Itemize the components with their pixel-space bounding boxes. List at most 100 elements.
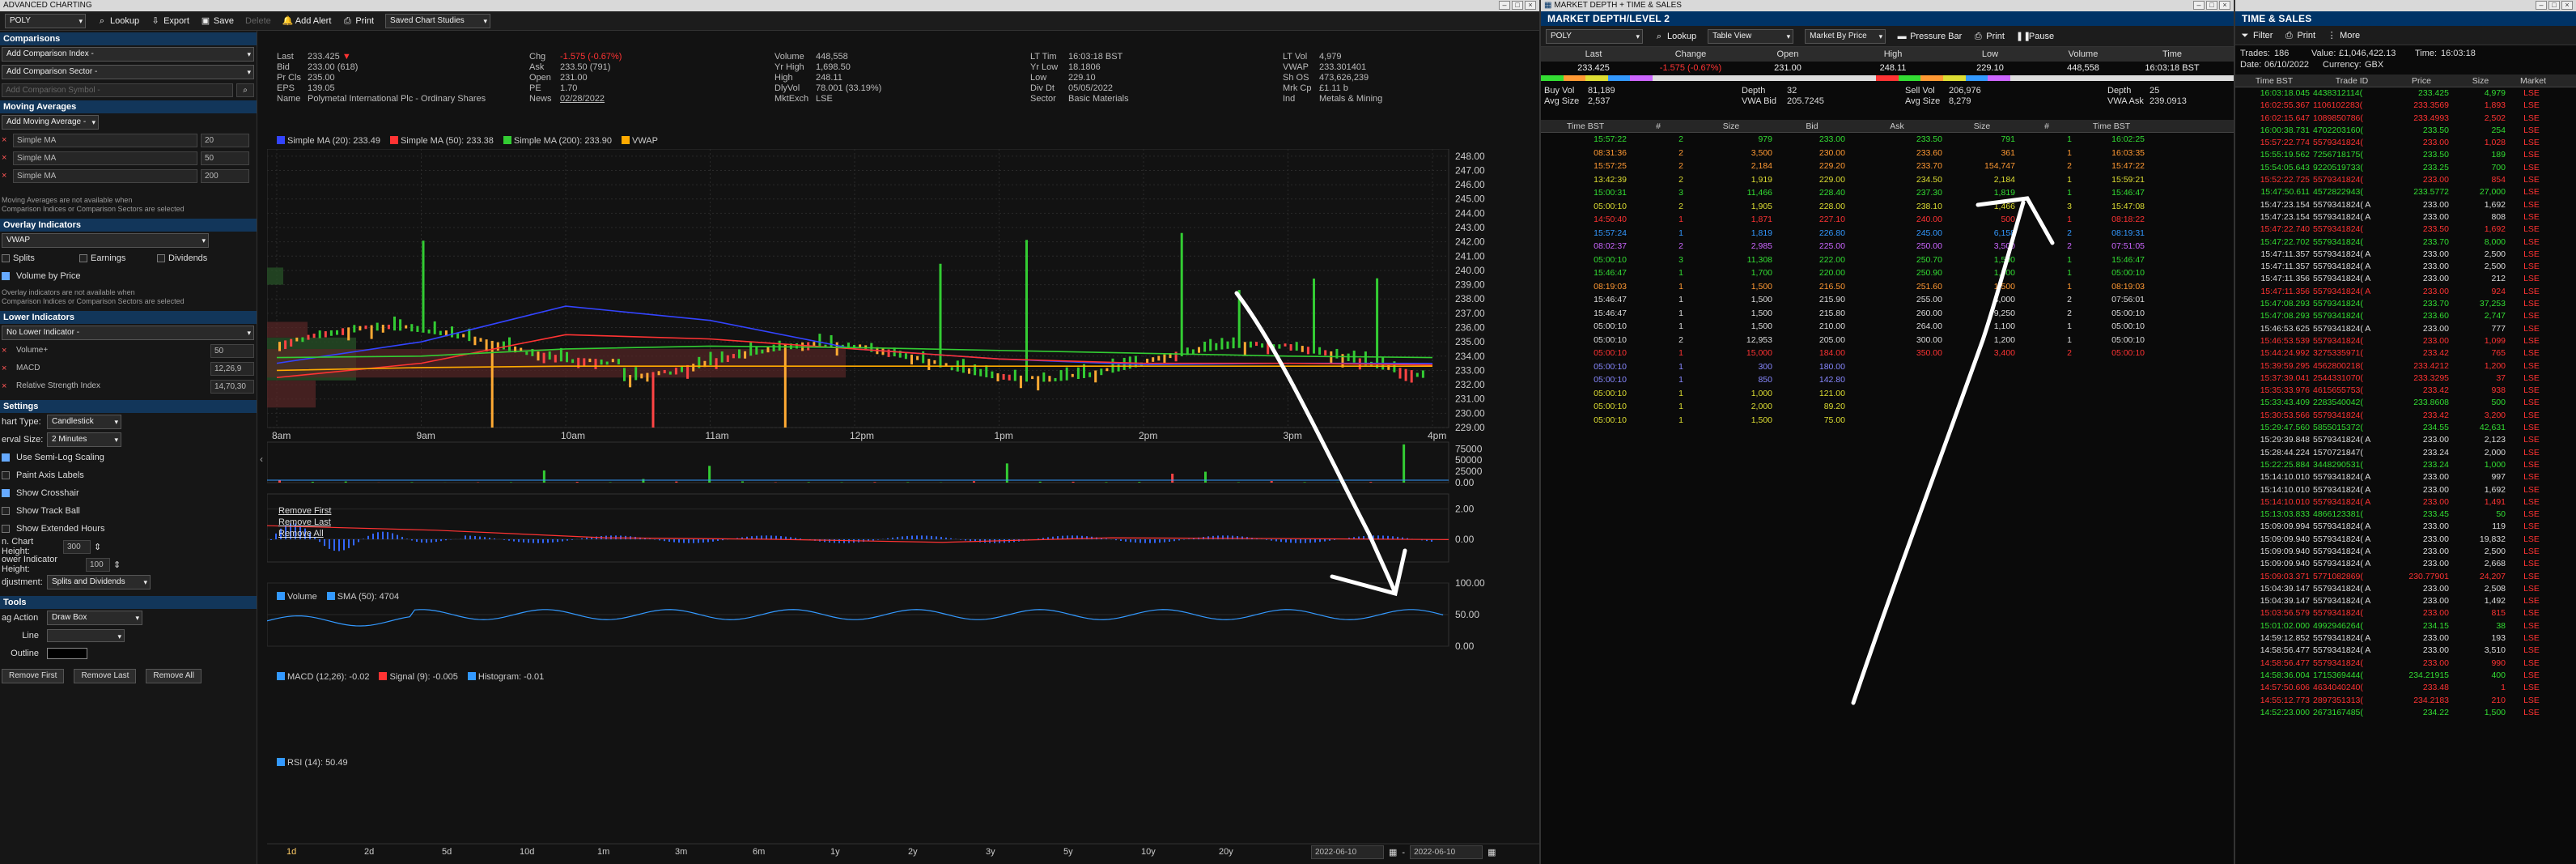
ts-row[interactable]: 15:47:11.356 5579341824( A 233.00 924 LSE <box>2235 286 2576 298</box>
depth-row[interactable]: 05:00:10 1 15,000 184.00 350.00 3,400 2 05:00:1… <box>1541 347 2234 360</box>
crosshair-checkbox[interactable]: Show Crosshair <box>0 484 257 502</box>
ts-row[interactable]: 15:09:09.940 5579341824( A 233.00 2,500 LSE <box>2235 546 2576 558</box>
depth-row[interactable]: 15:57:24 1 1,819 226.80 245.00 6,158 2 08:19:31 <box>1541 227 2234 240</box>
indicator-param-input[interactable]: 12,26,9 <box>210 361 254 376</box>
view-select[interactable]: Table View <box>1708 28 1794 44</box>
ts-row[interactable]: 15:04:39.147 5579341824( A 233.00 1,492 LSE <box>2235 595 2576 607</box>
ts-row[interactable]: 15:47:11.357 5579341824( A 233.00 2,500 LSE <box>2235 261 2576 273</box>
splits-checkbox[interactable]: Splits <box>2 253 79 263</box>
ts-row[interactable]: 15:30:53.566 5579341824(233.42 3,200 LSE <box>2235 410 2576 422</box>
date-to-input[interactable]: 2022-06-10 <box>1410 845 1483 859</box>
chart-type-select[interactable]: Candlestick <box>47 415 121 429</box>
export-button[interactable]: ⇩ Export <box>151 16 189 26</box>
semilog-checkbox[interactable]: Use Semi-Log Scaling <box>0 449 257 466</box>
news-link[interactable]: 02/28/2022 <box>560 94 605 104</box>
ts-row[interactable]: 15:13:03.833 4866123381(233.45 50 LSE <box>2235 509 2576 521</box>
main-height-input[interactable]: 300 <box>63 539 91 554</box>
depth-row[interactable]: 15:57:22 2 979 233.00 233.50 791 1 16:02:25 <box>1541 133 2234 147</box>
minimize-icon[interactable]: – <box>1499 1 1510 10</box>
indicator-param-input[interactable]: 14,70,30 <box>210 379 254 394</box>
collapse-panel-icon[interactable]: ‹ <box>260 453 263 465</box>
period-1y[interactable]: 1y <box>819 847 897 857</box>
drag-action-select[interactable]: Draw Box <box>47 611 142 625</box>
outline-color-swatch[interactable] <box>47 648 87 659</box>
depth-row[interactable]: 05:00:10 2 12,953 205.00 300.00 1,200 1 05:00:1… <box>1541 334 2234 347</box>
period-3m[interactable]: 3m <box>664 847 741 857</box>
maximize-icon[interactable]: □ <box>2548 1 2560 10</box>
ts-row[interactable]: 15:04:39.147 5579341824( A 233.00 2,508 LSE <box>2235 583 2576 595</box>
line-style-select[interactable] <box>47 629 125 643</box>
depth-row[interactable]: 05:00:10 1 850 142.80 <box>1541 373 2234 387</box>
period-5y[interactable]: 5y <box>1052 847 1130 857</box>
filter-button[interactable]: ⏷ Filter <box>2240 31 2273 40</box>
ma-period-input[interactable]: 50 <box>201 151 249 165</box>
ts-row[interactable]: 15:47:11.357 5579341824( A 233.00 2,500 LSE <box>2235 249 2576 261</box>
ts-row[interactable]: 15:01:02.000 4992946264(234.15 38 LSE <box>2235 620 2576 632</box>
depth-print-button[interactable]: ⎙ Print <box>1973 32 2005 41</box>
paint-axis-checkbox[interactable]: Paint Axis Labels <box>0 466 257 484</box>
ts-row[interactable]: 16:02:55.367 1106102283(233.3569 1,893 LSE <box>2235 100 2576 112</box>
depth-row[interactable]: 08:19:03 1 1,500 216.50 251.60 1,500 1 08:19:03 <box>1541 280 2234 294</box>
calendar-icon[interactable]: ▦ <box>1487 847 1496 858</box>
ts-row[interactable]: 16:00:38.731 4702203160(233.50 254 LSE <box>2235 125 2576 137</box>
ts-row[interactable]: 15:22:25.884 3448290531(233.24 1,000 LSE <box>2235 459 2576 471</box>
ts-row[interactable]: 14:55:12.773 2897351313(234.2183 210 LSE <box>2235 695 2576 707</box>
ts-row[interactable]: 15:28:44.224 1570721847(233.24 2,000 LSE <box>2235 447 2576 459</box>
dividends-checkbox[interactable]: Dividends <box>157 253 235 263</box>
mode-select[interactable]: Market By Price <box>1805 28 1886 44</box>
ts-row[interactable]: 15:03:56.579 5579341824(233.00 815 LSE <box>2235 607 2576 619</box>
search-icon[interactable]: ⌕ <box>236 83 254 97</box>
ts-row[interactable]: 15:09:03.371 5771082869(230.77901 24,207 LS… <box>2235 571 2576 583</box>
remove-icon[interactable]: × <box>2 153 10 163</box>
ts-row[interactable]: 14:58:56.477 5579341824(233.00 990 LSE <box>2235 658 2576 670</box>
ts-row[interactable]: 15:39:59.295 4562800218(233.4212 1,200 LSE <box>2235 360 2576 372</box>
depth-symbol-select[interactable]: POLY <box>1546 28 1643 44</box>
save-button[interactable]: ▣ Save <box>201 16 234 26</box>
depth-row[interactable]: 14:50:40 1 1,871 227.10 240.00 500 1 08:18:22 <box>1541 213 2234 227</box>
ts-row[interactable]: 15:09:09.940 5579341824( A 233.00 19,832 LSE <box>2235 534 2576 546</box>
depth-row[interactable]: 15:00:31 3 11,466 228.40 237.30 1,819 1 15:46:4… <box>1541 186 2234 200</box>
ts-row[interactable]: 15:47:23.154 5579341824( A 233.00 808 LSE <box>2235 211 2576 223</box>
remove-all-button[interactable]: Remove All <box>146 669 202 683</box>
remove-icon[interactable]: × <box>2 381 10 391</box>
depth-row[interactable]: 15:46:47 1 1,500 215.80 260.00 9,250 2 05:00:10 <box>1541 307 2234 321</box>
ts-row[interactable]: 15:57:22.774 5579341824(233.00 1,028 LSE <box>2235 137 2576 149</box>
maximize-icon[interactable]: □ <box>1512 1 1523 10</box>
comparison-symbol-input[interactable]: Add Comparison Symbol - <box>2 83 233 97</box>
depth-lookup-button[interactable]: ⌕ Lookup <box>1654 32 1696 41</box>
calendar-icon[interactable]: ▦ <box>1389 847 1397 858</box>
ts-row[interactable]: 14:58:36.004 1715369444(234.21915 400 LSE <box>2235 670 2576 682</box>
indicator-param-input[interactable]: 50 <box>210 343 254 358</box>
ma-type-select[interactable]: Simple MA <box>13 151 197 165</box>
depth-row[interactable]: 05:00:10 1 1,500 210.00 264.00 1,100 1 05:00:10 <box>1541 320 2234 334</box>
lower-height-input[interactable]: 100 <box>86 557 110 572</box>
ma-period-input[interactable]: 200 <box>201 168 249 183</box>
period-10d[interactable]: 10d <box>508 847 586 857</box>
remove-first-link[interactable]: Remove First <box>278 505 331 517</box>
depth-row[interactable]: 08:31:36 2 3,500 230.00 233.60 361 1 16:03:35 <box>1541 147 2234 160</box>
lower-indicator-select[interactable]: No Lower Indicator - <box>2 326 254 340</box>
depth-row[interactable]: 05:00:10 1 1,000 121.00 <box>1541 387 2234 401</box>
remove-all-link[interactable]: Remove All <box>278 528 331 539</box>
ts-row[interactable]: 15:09:09.940 5579341824( A 233.00 2,668 LSE <box>2235 558 2576 570</box>
earnings-checkbox[interactable]: Earnings <box>79 253 157 263</box>
ts-row[interactable]: 15:14:10.010 5579341824( A 233.00 997 LSE <box>2235 471 2576 483</box>
trackball-checkbox[interactable]: Show Track Ball <box>0 502 257 520</box>
depth-row[interactable]: 08:02:37 2 2,985 225.00 250.00 3,500 2 07:51:05 <box>1541 240 2234 253</box>
ma-period-input[interactable]: 20 <box>201 133 249 147</box>
saved-studies-select[interactable]: Saved Chart Studies <box>385 13 491 28</box>
overlay-select[interactable]: VWAP <box>2 233 209 248</box>
remove-first-button[interactable]: Remove First <box>2 669 65 683</box>
stepper-icon[interactable]: ⇕ <box>113 560 121 570</box>
date-from-input[interactable]: 2022-06-10 <box>1311 845 1384 859</box>
adjustment-select[interactable]: Splits and Dividends <box>47 575 151 589</box>
depth-row[interactable]: 13:42:39 2 1,919 229.00 234.50 2,184 1 15:59:21 <box>1541 173 2234 187</box>
depth-row[interactable]: 15:46:47 1 1,500 215.90 255.00 4,000 2 07:56:01 <box>1541 293 2234 307</box>
ts-row[interactable]: 15:29:39.848 5579341824( A 233.00 2,123 LSE <box>2235 434 2576 446</box>
depth-table-body[interactable]: 15:57:22 2 979 233.00 233.50 791 1 16:02:25 08:3… <box>1541 133 2234 427</box>
minimize-icon[interactable]: – <box>2536 1 2547 10</box>
ts-row[interactable]: 15:55:19.562 7256718175(233.50 189 LSE <box>2235 149 2576 161</box>
ts-table-body[interactable]: 16:03:18.045 4438312114(233.425 4,979 LSE 16… <box>2235 87 2576 719</box>
ts-row[interactable]: 15:47:23.154 5579341824( A 233.00 1,692 LSE <box>2235 199 2576 211</box>
ts-row[interactable]: 14:58:56.477 5579341824( A 233.00 3,510 LSE <box>2235 645 2576 657</box>
